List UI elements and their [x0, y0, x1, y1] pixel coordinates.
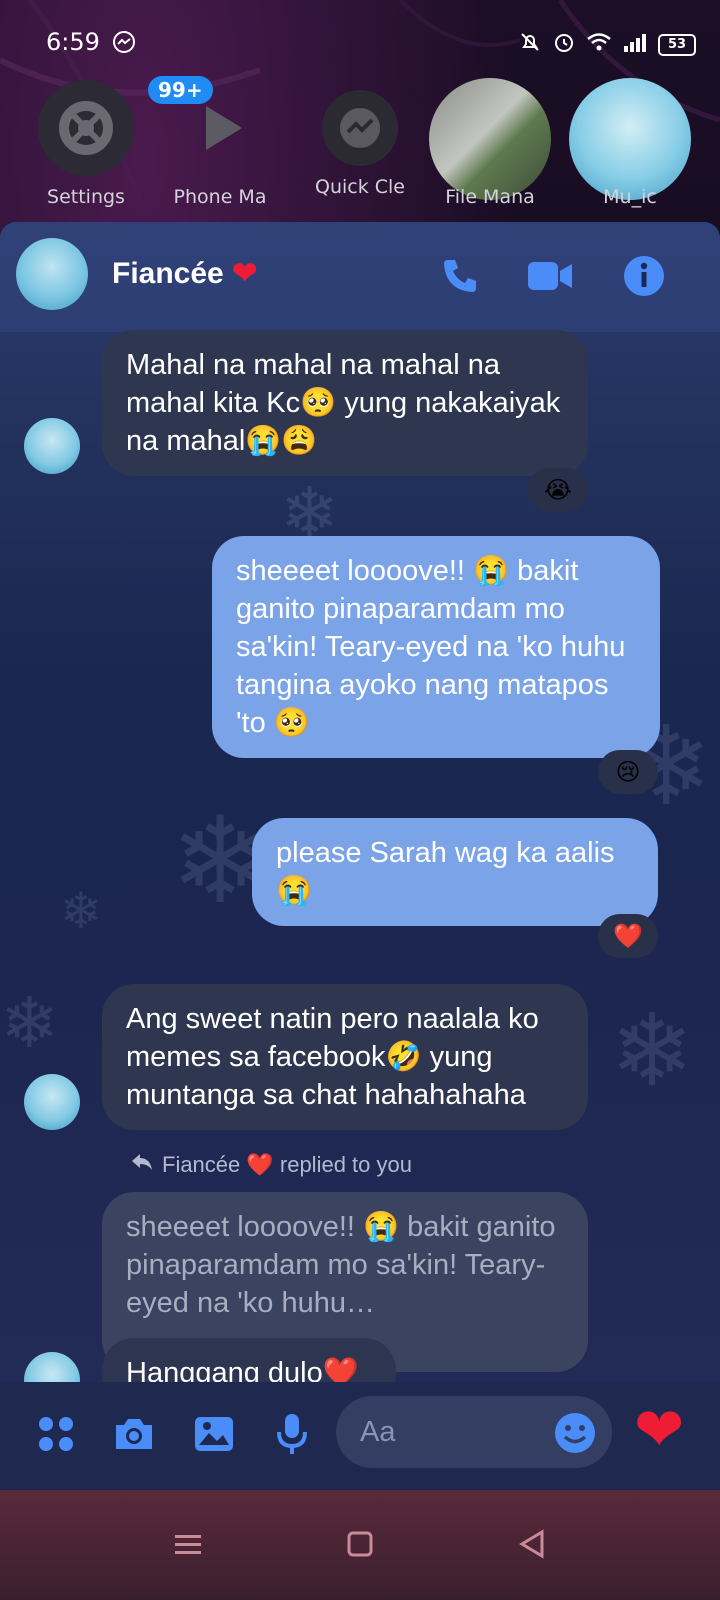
launcher-music[interactable]: Mu_ic [568, 78, 692, 220]
recents-icon[interactable] [164, 1520, 212, 1568]
launcher-settings[interactable]: Settings [24, 80, 148, 220]
battery-icon: 53 [658, 34, 696, 56]
reply-note-text: Fiancée ❤️ replied to you [162, 1152, 412, 1177]
message-text: Mahal na mahal na mahal na mahal kita Kc… [126, 349, 561, 457]
notification-badge: 99+ [148, 76, 213, 104]
contact-name[interactable]: Fiancée ❤ [112, 256, 257, 291]
reaction-emoji: 😢 [615, 758, 641, 786]
chat-header: Fiancée ❤ [0, 222, 720, 332]
messenger-icon [322, 90, 398, 166]
phone-icon[interactable] [436, 252, 484, 300]
message-composer: Aa ❤ [0, 1382, 720, 1490]
gallery-thumbnail [429, 78, 551, 200]
message-bubble-outgoing[interactable]: sheeeet loooove!! 😭 bakit ganito pinapar… [212, 536, 660, 758]
gallery-icon[interactable] [190, 1410, 238, 1458]
status-bar: 6:59 53 [0, 22, 720, 66]
emoji-icon[interactable] [554, 1412, 596, 1458]
wifi-icon [586, 30, 612, 60]
mute-icon [518, 30, 542, 60]
reply-note: Fiancée ❤️ replied to you [130, 1152, 412, 1178]
launcher-file-manager[interactable]: File Mana [428, 78, 552, 220]
message-bubble-outgoing[interactable]: please Sarah wag ka aalis 😭 [252, 818, 658, 926]
snowflake-decoration: ❄ [0, 982, 59, 1064]
camera-icon[interactable] [110, 1410, 158, 1458]
sender-avatar[interactable] [24, 1074, 80, 1130]
contact-name-text: Fiancée [112, 257, 224, 290]
system-navbar [0, 1490, 720, 1600]
snowflake-decoration: ❄ [610, 992, 694, 1109]
video-call-icon[interactable] [526, 252, 574, 300]
back-icon[interactable] [508, 1520, 556, 1568]
reaction-emoji: ❤️ [613, 922, 643, 950]
launcher-quick-clean[interactable]: Quick Cle [298, 80, 422, 220]
heart-icon: ❤ [232, 257, 258, 290]
home-icon[interactable] [336, 1520, 384, 1568]
sender-avatar[interactable] [24, 418, 80, 474]
message-reaction[interactable]: ❤️ [598, 914, 658, 958]
info-icon[interactable] [620, 252, 668, 300]
alarm-icon [552, 30, 576, 60]
signal-icon [622, 30, 648, 60]
menu-grid-icon[interactable] [32, 1410, 80, 1458]
message-input-placeholder: Aa [360, 1416, 396, 1448]
message-bubble-incoming[interactable]: Mahal na mahal na mahal na mahal kita Kc… [102, 330, 588, 476]
message-reaction[interactable]: 😭 [528, 468, 588, 512]
photo-thumbnail [569, 78, 691, 200]
message-text: please Sarah wag ka aalis 😭 [276, 837, 615, 907]
quoted-text: sheeeet loooove!! 😭 bakit ganito pinapar… [126, 1211, 556, 1319]
reaction-emoji: 😭 [543, 476, 573, 504]
message-text: sheeeet loooove!! 😭 bakit ganito pinapar… [236, 555, 626, 739]
launcher-label: File Mana [445, 186, 535, 208]
messenger-icon [112, 30, 136, 60]
gear-icon [38, 80, 134, 176]
message-bubble-incoming[interactable]: Ang sweet natin pero naalala ko memes sa… [102, 984, 588, 1130]
launcher-label: Quick Cle [315, 176, 405, 198]
status-time: 6:59 [46, 28, 100, 56]
heart-reaction-button[interactable]: ❤ [634, 1400, 684, 1460]
message-reaction[interactable]: 😢 [598, 750, 658, 794]
contact-avatar[interactable] [16, 238, 88, 310]
snowflake-decoration: ❄ [60, 882, 102, 940]
chat-panel: ❄ ❄ ❄ ❄ ❄ ❄ Fiancée ❤ Mahal na mahal na … [0, 222, 720, 1512]
reply-arrow-icon [130, 1152, 154, 1178]
microphone-icon[interactable] [268, 1410, 316, 1458]
launcher-label: Settings [47, 186, 125, 208]
launcher-label: Mu_ic [603, 186, 657, 208]
launcher-label: Phone Ma [173, 186, 267, 208]
message-text: Ang sweet natin pero naalala ko memes sa… [126, 1003, 539, 1111]
